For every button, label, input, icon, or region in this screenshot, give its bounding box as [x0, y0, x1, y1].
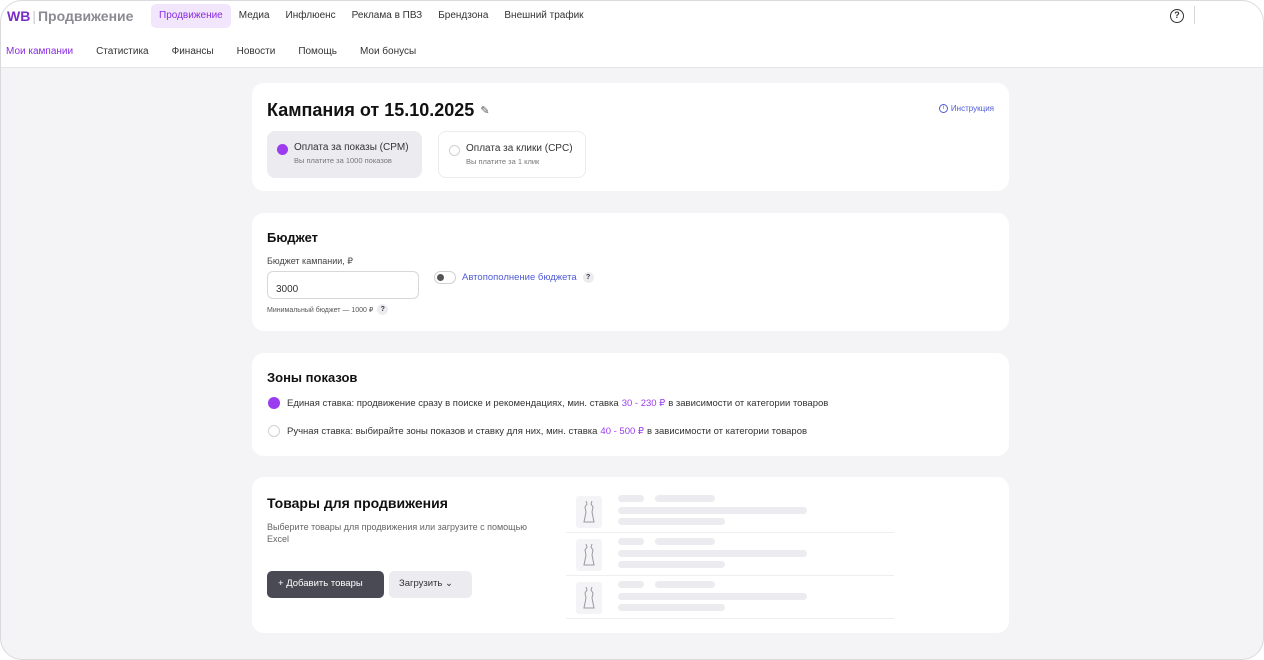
placeholder-row: [566, 577, 894, 619]
payment-cpc-desc: Вы платите за 1 клик: [466, 157, 540, 166]
zone-single-suffix: в зависимости от категории товаров: [668, 397, 829, 409]
goods-title: Товары для продвижения: [267, 495, 448, 511]
goods-desc: Выберите товары для продвижения или загр…: [267, 522, 528, 544]
placeholder-bar: [655, 538, 715, 545]
upload-button[interactable]: Загрузить ⌄: [389, 571, 472, 598]
dress-icon: [576, 539, 602, 571]
payment-option-cpc[interactable]: Оплата за клики (CPC) Вы платите за 1 кл…: [438, 131, 586, 178]
placeholder-bar: [618, 495, 644, 502]
header-divider: [1194, 6, 1195, 24]
instruction-link[interactable]: i Инструкция: [938, 104, 994, 113]
campaign-title: Кампания от 15.10.2025: [267, 100, 475, 120]
payment-cpc-title: Оплата за клики (CPC): [466, 143, 573, 154]
upload-label: Загрузить: [399, 578, 443, 589]
sub-nav: Мои кампании Статистика Финансы Новости …: [6, 46, 439, 57]
budget-input[interactable]: [267, 271, 419, 299]
campaign-card: Кампания от 15.10.2025 ✎ i Инструкция Опл…: [252, 83, 1009, 191]
budget-field-label: Бюджет кампании, ₽: [267, 256, 354, 266]
top-nav-pvz-ads[interactable]: Реклама в ПВЗ: [344, 4, 431, 28]
budget-title: Бюджет: [267, 230, 318, 245]
question-circle-icon[interactable]: ?: [1170, 9, 1184, 23]
toggle-knob: [437, 274, 444, 281]
radio-cpc[interactable]: [449, 145, 460, 156]
radio-single[interactable]: [268, 397, 280, 409]
zone-single-text: Единая ставка: продвижение сразу в поиск…: [287, 397, 619, 409]
zone-manual-text: Ручная ставка: выбирайте зоны показов и …: [287, 425, 598, 437]
placeholder-row: [566, 491, 894, 533]
placeholder-bar: [618, 593, 807, 600]
top-nav-external-traffic[interactable]: Внешний трафик: [496, 4, 591, 28]
dress-icon: [576, 496, 602, 528]
top-nav: Продвижение Медиа Инфлюенс Реклама в ПВЗ…: [151, 4, 592, 28]
payment-cpm-title: Оплата за показы (CPM): [294, 142, 409, 153]
sub-nav-my-campaigns[interactable]: Мои кампании: [6, 46, 73, 57]
placeholder-bar: [655, 581, 715, 588]
min-budget-text: Минимальный бюджет — 1000 ₽: [267, 306, 374, 314]
instruction-label: Инструкция: [950, 104, 994, 113]
app-window: WB | Продвижение Продвижение Медиа Инфлюен…: [0, 0, 1264, 660]
question-icon[interactable]: ?: [377, 304, 389, 315]
add-goods-label: Добавить товары: [286, 578, 363, 589]
logo-separator: |: [32, 8, 36, 24]
payment-cpm-desc: Вы платите за 1000 показов: [294, 156, 392, 165]
placeholder-bar: [655, 495, 715, 502]
question-icon[interactable]: ?: [582, 272, 594, 283]
sub-nav-finance[interactable]: Финансы: [172, 46, 214, 57]
zones-title: Зоны показов: [267, 370, 358, 385]
autofill-toggle[interactable]: [434, 271, 456, 284]
payment-option-cpm[interactable]: Оплата за показы (CPM) Вы платите за 100…: [267, 131, 422, 178]
sub-nav-help[interactable]: Помощь: [298, 46, 337, 57]
sub-nav-my-bonuses[interactable]: Мои бонусы: [360, 46, 416, 57]
top-bar: WB | Продвижение Продвижение Медиа Инфлюен…: [1, 1, 1263, 33]
logo[interactable]: WB | Продвижение: [7, 8, 133, 24]
autofill-label[interactable]: Автопополнение бюджета: [462, 272, 577, 283]
sub-nav-news[interactable]: Новости: [237, 46, 276, 57]
placeholder-bar: [618, 518, 725, 525]
top-nav-brandzone[interactable]: Брендзона: [430, 4, 496, 28]
zone-single-range: 30 - 230 ₽: [621, 397, 666, 409]
top-nav-promotion[interactable]: Продвижение: [151, 4, 231, 28]
logo-product: Продвижение: [37, 8, 134, 24]
zone-option-single[interactable]: Единая ставка: продвижение сразу в поиск…: [268, 397, 828, 409]
placeholder-bar: [618, 507, 807, 514]
zones-card: Зоны показов Единая ставка: продвижение …: [252, 353, 1009, 456]
min-budget-note: Минимальный бюджет — 1000 ₽ ?: [267, 304, 389, 315]
add-goods-button[interactable]: + Добавить товары: [267, 571, 384, 598]
zone-manual-range: 40 - 500 ₽: [600, 425, 644, 437]
budget-card: Бюджет Бюджет кампании, ₽ Минимальный бю…: [252, 213, 1009, 331]
pencil-icon[interactable]: ✎: [480, 104, 489, 117]
zone-manual-suffix: в зависимости от категории товаров: [646, 425, 808, 437]
top-nav-media[interactable]: Медиа: [231, 4, 278, 28]
sub-nav-statistics[interactable]: Статистика: [96, 46, 149, 57]
info-circle-icon: i: [938, 104, 948, 113]
placeholder-bar: [618, 604, 725, 611]
sub-bar: Мои кампании Статистика Финансы Новости …: [1, 33, 1263, 68]
placeholder-bar: [618, 561, 725, 568]
zone-option-manual[interactable]: Ручная ставка: выбирайте зоны показов и …: [268, 425, 807, 437]
radio-manual[interactable]: [268, 425, 280, 437]
chevron-down-icon: ⌄: [445, 578, 453, 589]
radio-cpm[interactable]: [277, 144, 288, 155]
placeholder-row: [566, 534, 894, 576]
logo-brand: WB: [7, 8, 31, 24]
placeholder-bar: [618, 550, 807, 557]
placeholder-bar: [618, 538, 644, 545]
dress-icon: [576, 582, 602, 614]
placeholder-bar: [618, 581, 644, 588]
autofill-label-row: Автопополнение бюджета ?: [462, 272, 594, 283]
goods-card: Товары для продвижения Выберите товары д…: [252, 477, 1009, 633]
top-nav-influence[interactable]: Инфлюенс: [278, 4, 344, 28]
page-title: Кампания от 15.10.2025 ✎: [267, 100, 490, 121]
plus-icon: +: [278, 578, 284, 589]
